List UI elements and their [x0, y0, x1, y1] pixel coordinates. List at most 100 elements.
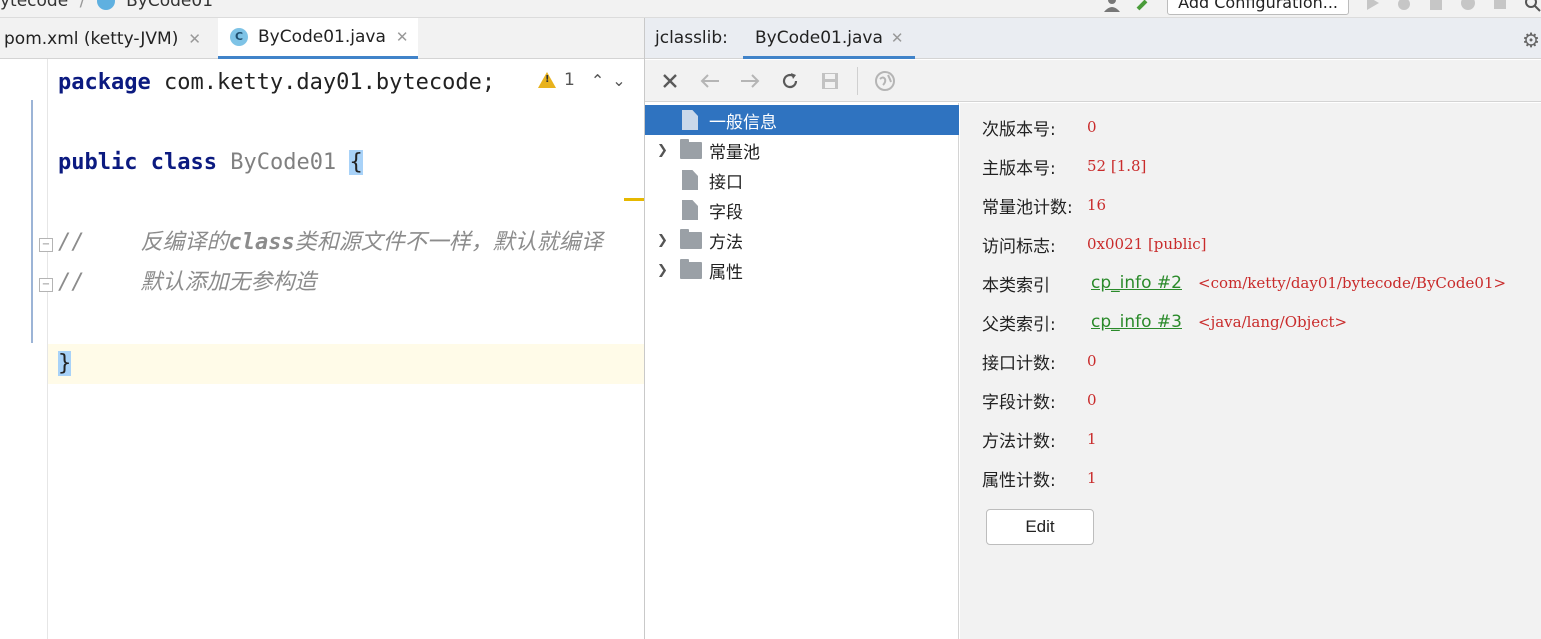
tree-node-methods[interactable]: ❯ 方法	[645, 225, 959, 255]
detail-label: 本类索引	[982, 275, 1050, 296]
edit-button[interactable]: Edit	[986, 509, 1094, 545]
tree-node-general-info[interactable]: 一般信息	[645, 105, 959, 135]
detail-row-super-class: 父类索引: cp_info #3 <java/lang/Object>	[982, 304, 1347, 340]
tab-bycode01-java[interactable]: ByCode01.java ✕	[743, 18, 916, 59]
file-icon	[682, 200, 698, 220]
detail-value: 1	[1087, 469, 1097, 487]
detail-label: 接口计数:	[982, 353, 1056, 374]
code-line-comment: // 反编译的class类和源文件不一样，默认就编译	[58, 223, 603, 263]
editor-gutter[interactable]	[0, 59, 48, 639]
close-brace: }	[58, 351, 72, 376]
detail-value: 1	[1087, 430, 1097, 448]
debug-icon[interactable]	[1395, 0, 1413, 12]
jclasslib-toolbar	[645, 60, 1541, 102]
fold-toggle-icon[interactable]: −	[39, 278, 53, 292]
tree-node-label: 方法	[709, 232, 743, 253]
inspection-widget[interactable]: ! 1 ⌃ ⌄	[538, 70, 626, 90]
keyword: package	[58, 70, 151, 95]
tool-window-title: jclasslib:	[655, 28, 728, 48]
jclasslib-tool-window: jclasslib: ByCode01.java ✕ ⚙ 一般信息 ❯ 常量池 接…	[644, 18, 1541, 639]
code-editor-pane: pom.xml (ketty-JVM) ✕ C ByCode01.java ✕ …	[0, 18, 644, 639]
top-navigation-bar: ytecode / ByCode01 Add Configuration...	[0, 0, 1541, 18]
chevron-right-icon[interactable]: ❯	[657, 233, 668, 248]
tree-node-attributes[interactable]: ❯ 属性	[645, 255, 959, 285]
detail-row-major-version: 主版本号: 52 [1.8]	[982, 148, 1146, 184]
file-icon	[682, 170, 698, 190]
detail-row-minor-version: 次版本号: 0	[982, 109, 1097, 145]
cp-info-link[interactable]: cp_info #2	[1091, 273, 1182, 293]
package-name: com.ketty.day01.bytecode;	[163, 70, 496, 95]
profile-icon[interactable]	[1459, 0, 1477, 12]
comment-text: 类和源文件不一样，默认就编译	[294, 230, 603, 255]
tree-node-label: 属性	[709, 262, 743, 283]
code-area[interactable]: package com.ketty.day01.bytecode; public…	[58, 59, 644, 639]
close-tab-icon[interactable]: ✕	[396, 28, 409, 46]
tab-label: ByCode01.java	[755, 28, 883, 48]
keyword: class	[150, 150, 217, 175]
warning-stripe-marker[interactable]	[624, 198, 644, 201]
detail-label: 方法计数:	[982, 431, 1056, 452]
detail-row-methods-count: 方法计数: 1	[982, 421, 1097, 457]
detail-row-this-class: 本类索引 cp_info #2 <com/ketty/day01/bytecod…	[982, 265, 1506, 301]
detail-row-constant-pool-count: 常量池计数: 16	[982, 187, 1106, 223]
comment-text: 默认添加无参构造	[140, 270, 317, 295]
run-icon[interactable]	[1363, 0, 1381, 12]
browser-icon[interactable]	[872, 68, 898, 94]
folder-icon	[680, 229, 702, 249]
tree-node-constant-pool[interactable]: ❯ 常量池	[645, 135, 959, 165]
close-tab-icon[interactable]: ✕	[891, 29, 904, 47]
general-info-panel: 次版本号: 0 主版本号: 52 [1.8] 常量池计数: 16 访问标志: 0…	[960, 103, 1541, 639]
class-structure-tree: 一般信息 ❯ 常量池 接口 字段 ❯ 方法 ❯ 属性	[645, 103, 959, 639]
toolbar-separator	[857, 66, 858, 95]
chevron-right-icon[interactable]: ❯	[657, 263, 668, 278]
chevron-down-icon[interactable]: ⌄	[612, 71, 625, 90]
close-icon[interactable]	[657, 68, 683, 94]
java-class-icon: C	[230, 28, 248, 46]
save-icon[interactable]	[817, 68, 843, 94]
detail-label: 次版本号:	[982, 119, 1056, 140]
search-icon[interactable]	[1523, 0, 1541, 12]
tab-pom-xml[interactable]: pom.xml (ketty-JVM) ✕	[4, 18, 201, 59]
user-icon[interactable]	[1103, 0, 1121, 12]
tree-node-label: 字段	[709, 202, 743, 223]
comment-text: class	[228, 230, 295, 255]
run-toolbar: Add Configuration...	[1103, 0, 1541, 16]
comment-slashes: //	[58, 270, 85, 295]
forward-icon[interactable]	[737, 68, 763, 94]
detail-label: 常量池计数:	[982, 197, 1073, 218]
breadcrumb-item-class[interactable]: ByCode01	[126, 0, 213, 11]
breadcrumb-item-package[interactable]: ytecode	[0, 0, 68, 11]
breadcrumb-separator: /	[79, 0, 86, 11]
build-hammer-icon[interactable]	[1135, 0, 1153, 12]
detail-reference: <com/ketty/day01/bytecode/ByCode01>	[1198, 274, 1507, 292]
jclasslib-tab-bar: jclasslib: ByCode01.java ✕ ⚙	[645, 18, 1541, 59]
detail-value: 52 [1.8]	[1087, 157, 1147, 175]
tree-node-interfaces[interactable]: 接口	[645, 165, 959, 195]
detail-label: 主版本号:	[982, 158, 1056, 179]
editor-tab-bar: pom.xml (ketty-JVM) ✕ C ByCode01.java ✕	[0, 18, 644, 59]
warning-count: 1	[564, 70, 575, 90]
stop-icon[interactable]	[1491, 0, 1509, 12]
class-icon	[96, 0, 115, 10]
cp-info-link[interactable]: cp_info #3	[1091, 312, 1182, 332]
tree-node-fields[interactable]: 字段	[645, 195, 959, 225]
gear-icon[interactable]: ⚙	[1522, 28, 1540, 52]
close-tab-icon[interactable]: ✕	[188, 30, 201, 48]
coverage-icon[interactable]	[1427, 0, 1445, 12]
file-icon	[682, 110, 698, 130]
comment-text: 反编译的	[140, 230, 229, 255]
folder-icon	[680, 139, 702, 159]
refresh-icon[interactable]	[777, 68, 803, 94]
chevron-right-icon[interactable]: ❯	[657, 143, 668, 158]
chevron-up-icon[interactable]: ⌃	[591, 71, 604, 90]
tab-bycode01-java[interactable]: C ByCode01.java ✕	[218, 18, 418, 59]
add-configuration-button[interactable]: Add Configuration...	[1167, 0, 1349, 15]
code-line-close: }	[58, 344, 72, 384]
fold-toggle-icon[interactable]: −	[39, 238, 53, 252]
tree-node-label: 一般信息	[709, 112, 777, 133]
detail-row-fields-count: 字段计数: 0	[982, 382, 1097, 418]
vcs-change-marker[interactable]	[31, 100, 33, 343]
back-icon[interactable]	[697, 68, 723, 94]
warning-icon: !	[538, 72, 556, 88]
tree-node-label: 常量池	[709, 142, 760, 163]
